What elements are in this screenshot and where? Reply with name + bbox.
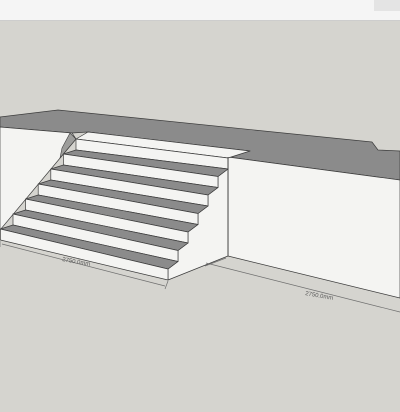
right-wall-face[interactable] bbox=[227, 156, 400, 299]
toolbar-corner bbox=[374, 0, 400, 11]
3d-viewport[interactable]: 2750.0mm 2750.0mm bbox=[0, 0, 400, 412]
modeling-app-window: 2750.0mm 2750.0mm bbox=[0, 0, 400, 412]
toolbar-strip bbox=[0, 0, 400, 21]
dimension-extension-line bbox=[164, 280, 169, 290]
dimension-label: 2750.0mm bbox=[305, 291, 334, 302]
